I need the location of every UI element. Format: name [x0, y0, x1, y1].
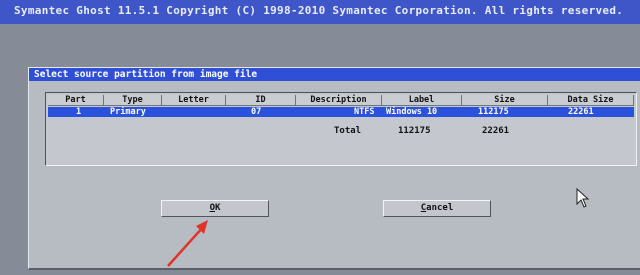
table-row[interactable]: 1 Primary 07 NTFS Windows 10 112175 2226…: [48, 107, 634, 117]
cell-size: 112175: [478, 107, 509, 117]
total-label: Total: [334, 126, 362, 136]
cell-label: Windows 10: [386, 107, 438, 117]
dialog-title: Select source partition from image file: [29, 68, 640, 81]
total-size: 112175: [398, 126, 431, 136]
total-data-size: 22261: [482, 126, 510, 136]
cell-type: Primary: [110, 107, 146, 117]
col-id[interactable]: ID: [226, 95, 296, 106]
table-header: Part Type Letter ID Description Label Si…: [48, 95, 634, 106]
app-title-bar: Symantec Ghost 11.5.1 Copyright (C) 1998…: [0, 0, 640, 25]
select-partition-dialog: Select source partition from image file …: [28, 67, 640, 270]
col-size[interactable]: Size: [462, 95, 548, 106]
cancel-button[interactable]: Cancel: [383, 200, 491, 217]
col-part[interactable]: Part: [48, 95, 104, 106]
cancel-label: ancel: [426, 203, 454, 213]
cell-description: NTFS: [354, 107, 375, 117]
app-title: Symantec Ghost 11.5.1 Copyright (C) 1998…: [14, 4, 624, 17]
col-description[interactable]: Description: [296, 95, 382, 106]
cell-id: 07: [251, 107, 262, 117]
partition-table: Part Type Letter ID Description Label Si…: [45, 92, 637, 166]
col-data-size[interactable]: Data Size: [548, 95, 634, 106]
cell-part: 1: [76, 107, 82, 117]
col-type[interactable]: Type: [104, 95, 162, 106]
col-letter[interactable]: Letter: [162, 95, 226, 106]
col-label[interactable]: Label: [382, 95, 462, 106]
red-arrow-icon: [167, 220, 208, 267]
mouse-cursor-icon: [576, 188, 590, 208]
cell-data-size: 22261: [568, 107, 594, 117]
